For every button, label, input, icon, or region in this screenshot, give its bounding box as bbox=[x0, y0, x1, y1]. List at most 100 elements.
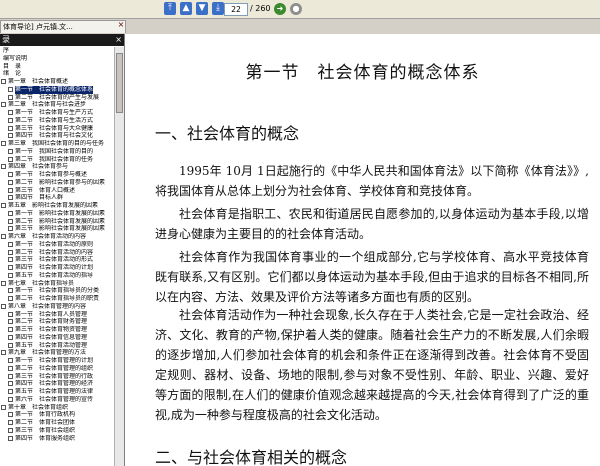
toc-item[interactable]: 第五节 社会体育活动的指导 bbox=[0, 272, 114, 280]
previous-page-icon[interactable]: ▲ bbox=[180, 2, 192, 15]
toc-expand-icon[interactable] bbox=[1, 164, 6, 170]
toc-item[interactable]: 第二节 影响社会体育发展的因素 bbox=[0, 218, 114, 226]
toc-item[interactable]: 序 bbox=[0, 47, 114, 55]
toc-item[interactable]: 第四章 社会体育参与 bbox=[0, 163, 114, 171]
toc-expand-icon[interactable] bbox=[8, 420, 13, 425]
toc-expand-icon[interactable] bbox=[8, 210, 13, 216]
toc-item[interactable]: 第六章 社会体育活动的内容 bbox=[0, 233, 114, 241]
toc-item[interactable]: 第三节 体育社会组织 bbox=[0, 427, 114, 435]
toc-expand-icon[interactable] bbox=[8, 427, 13, 433]
first-page-icon[interactable]: ⤒ bbox=[164, 2, 176, 15]
toc-expand-icon[interactable] bbox=[8, 179, 13, 185]
go-page-icon[interactable]: ➜ bbox=[274, 3, 286, 15]
toc-expand-icon[interactable] bbox=[8, 218, 13, 224]
toc-item[interactable]: 第一节 社会体育参与概述 bbox=[0, 171, 114, 179]
toc-expand-icon[interactable] bbox=[8, 94, 13, 100]
page-number-input[interactable]: 22 bbox=[224, 3, 248, 16]
toc-expand-icon[interactable] bbox=[8, 435, 13, 441]
toc-expand-icon[interactable] bbox=[8, 358, 13, 363]
toc-expand-icon[interactable] bbox=[8, 412, 13, 418]
toc-item[interactable]: 第四节 社会体育与社会文化 bbox=[0, 132, 114, 140]
sidebar-scrollbar[interactable] bbox=[114, 47, 124, 466]
toc-item[interactable]: 目 录 bbox=[0, 63, 114, 71]
toc-item[interactable]: 第一章 社会体育概述 bbox=[0, 78, 114, 86]
toc-expand-icon[interactable] bbox=[8, 265, 13, 270]
toc-item[interactable]: 第九章 社会体育管理的方法 bbox=[0, 349, 114, 357]
toc-item[interactable]: 第一节 社会体育活动的原则 bbox=[0, 241, 114, 249]
toc-item[interactable]: 第三节 社会体育管理的行政 bbox=[0, 373, 114, 381]
toc-item[interactable]: 第二节 社会体育财务管理 bbox=[0, 318, 114, 326]
toc-expand-icon[interactable] bbox=[8, 373, 13, 379]
tab-close-icon[interactable]: × bbox=[117, 20, 125, 30]
toc-expand-icon[interactable] bbox=[1, 203, 6, 208]
toc-item[interactable]: 第四节 目标人群 bbox=[0, 194, 114, 202]
toc-item[interactable]: 第五节 社会体育管理的法律 bbox=[0, 388, 114, 396]
toc-expand-icon[interactable] bbox=[8, 241, 13, 247]
toc-item[interactable]: 第三节 体育人口概述 bbox=[0, 187, 114, 195]
zoom-icon[interactable]: ● bbox=[290, 3, 302, 15]
toc-expand-icon[interactable] bbox=[1, 303, 6, 309]
toc-expand-icon[interactable] bbox=[8, 226, 13, 232]
toc-expand-icon[interactable] bbox=[8, 249, 13, 255]
last-page-icon[interactable]: ⤓ bbox=[212, 2, 224, 15]
toc-expand-icon[interactable] bbox=[1, 234, 6, 239]
toc-item[interactable]: 第二节 社会体育与生活方式 bbox=[0, 117, 114, 125]
toc-expand-icon[interactable] bbox=[1, 79, 6, 84]
toc-item[interactable]: 第二节 社会体育管理的组织 bbox=[0, 365, 114, 373]
toc-expand-icon[interactable] bbox=[8, 381, 13, 387]
toc-expand-icon[interactable] bbox=[8, 257, 13, 263]
toc-expand-icon[interactable] bbox=[8, 86, 13, 92]
document-tab[interactable]: 体育导论] 卢元镇.文... bbox=[0, 20, 126, 33]
toc-item[interactable]: 第四节 社会体育活动的计划 bbox=[0, 264, 114, 272]
toc-item[interactable]: 第三节 影响社会体育发展的因素 bbox=[0, 225, 114, 233]
toc-expand-icon[interactable] bbox=[8, 148, 13, 154]
toc-item[interactable]: 第五章 影响社会体育发展的因素 bbox=[0, 202, 114, 210]
toc-expand-icon[interactable] bbox=[8, 334, 13, 340]
toc-expand-icon[interactable] bbox=[8, 296, 13, 301]
toc-expand-icon[interactable] bbox=[1, 350, 6, 356]
toc-item[interactable]: 第六节 社会体育管理的宣传 bbox=[0, 396, 114, 404]
toc-item[interactable]: 第三节 社会体育活动的形式 bbox=[0, 256, 114, 264]
toc-expand-icon[interactable] bbox=[8, 389, 13, 394]
toc-item[interactable]: 第七章 社会体育指导员 bbox=[0, 280, 114, 288]
toc-expand-icon[interactable] bbox=[8, 195, 13, 201]
toc-item[interactable]: 第十章 社会体育组织 bbox=[0, 404, 114, 412]
toc-item[interactable]: 第二章 社会体育与社会进步 bbox=[0, 101, 114, 109]
next-page-icon[interactable]: ▼ bbox=[196, 2, 208, 15]
toc-item[interactable]: 第一节 社会体育与生产方式 bbox=[0, 109, 114, 117]
toc-item[interactable]: 第一节 社会体育的概念体系 bbox=[0, 85, 114, 94]
toc-item[interactable]: 第四节 社会体育管理的经济 bbox=[0, 380, 114, 388]
toc-expand-icon[interactable] bbox=[8, 311, 13, 317]
toc-expand-icon[interactable] bbox=[8, 172, 13, 177]
toc-item[interactable]: 第三节 社会体育与大众健康 bbox=[0, 125, 114, 133]
scrollbar-thumb[interactable] bbox=[116, 53, 123, 113]
toc-item[interactable]: 第一节 社会体育管理的计划 bbox=[0, 357, 114, 365]
toc-item[interactable]: 第四节 体育服务组织 bbox=[0, 435, 114, 443]
toc-expand-icon[interactable] bbox=[8, 125, 13, 131]
sidebar-close-icon[interactable]: × bbox=[115, 34, 122, 46]
toc-item[interactable]: 第三节 社会体育物资管理 bbox=[0, 326, 114, 334]
toc-item[interactable]: 第四节 社会体育信息管理 bbox=[0, 334, 114, 342]
toc-expand-icon[interactable] bbox=[8, 117, 13, 123]
toc-item[interactable]: 绪 论 bbox=[0, 70, 114, 78]
toc-expand-icon[interactable] bbox=[8, 319, 13, 325]
toc-expand-icon[interactable] bbox=[1, 141, 6, 146]
toc-expand-icon[interactable] bbox=[1, 280, 6, 286]
toc-item[interactable]: 第五节 社会体育活动管理 bbox=[0, 342, 114, 350]
toc-expand-icon[interactable] bbox=[1, 102, 6, 108]
toc-item[interactable]: 第一节 我国社会体育的目的 bbox=[0, 148, 114, 156]
toc-item[interactable]: 第二节 影响社会体育参与的因素 bbox=[0, 179, 114, 187]
toc-item[interactable]: 第二节 社会体育活动的内容 bbox=[0, 249, 114, 257]
toc-item[interactable]: 第二节 社会体育指导员的职责 bbox=[0, 295, 114, 303]
toc-item[interactable]: 第一节 社会体育指导员的分类 bbox=[0, 287, 114, 295]
toc-expand-icon[interactable] bbox=[8, 396, 13, 402]
toc-expand-icon[interactable] bbox=[8, 365, 13, 371]
toc-item[interactable]: 第二节 社会体育的产生与发展 bbox=[0, 94, 114, 102]
toc-item[interactable]: 第三章 我国社会体育的目的与任务 bbox=[0, 140, 114, 148]
toc-expand-icon[interactable] bbox=[8, 327, 13, 332]
toc-expand-icon[interactable] bbox=[8, 133, 13, 139]
toc-expand-icon[interactable] bbox=[8, 110, 13, 115]
toc-item[interactable]: 第一节 体育行政机构 bbox=[0, 411, 114, 419]
toc-expand-icon[interactable] bbox=[8, 187, 13, 193]
toc-expand-icon[interactable] bbox=[1, 404, 6, 410]
